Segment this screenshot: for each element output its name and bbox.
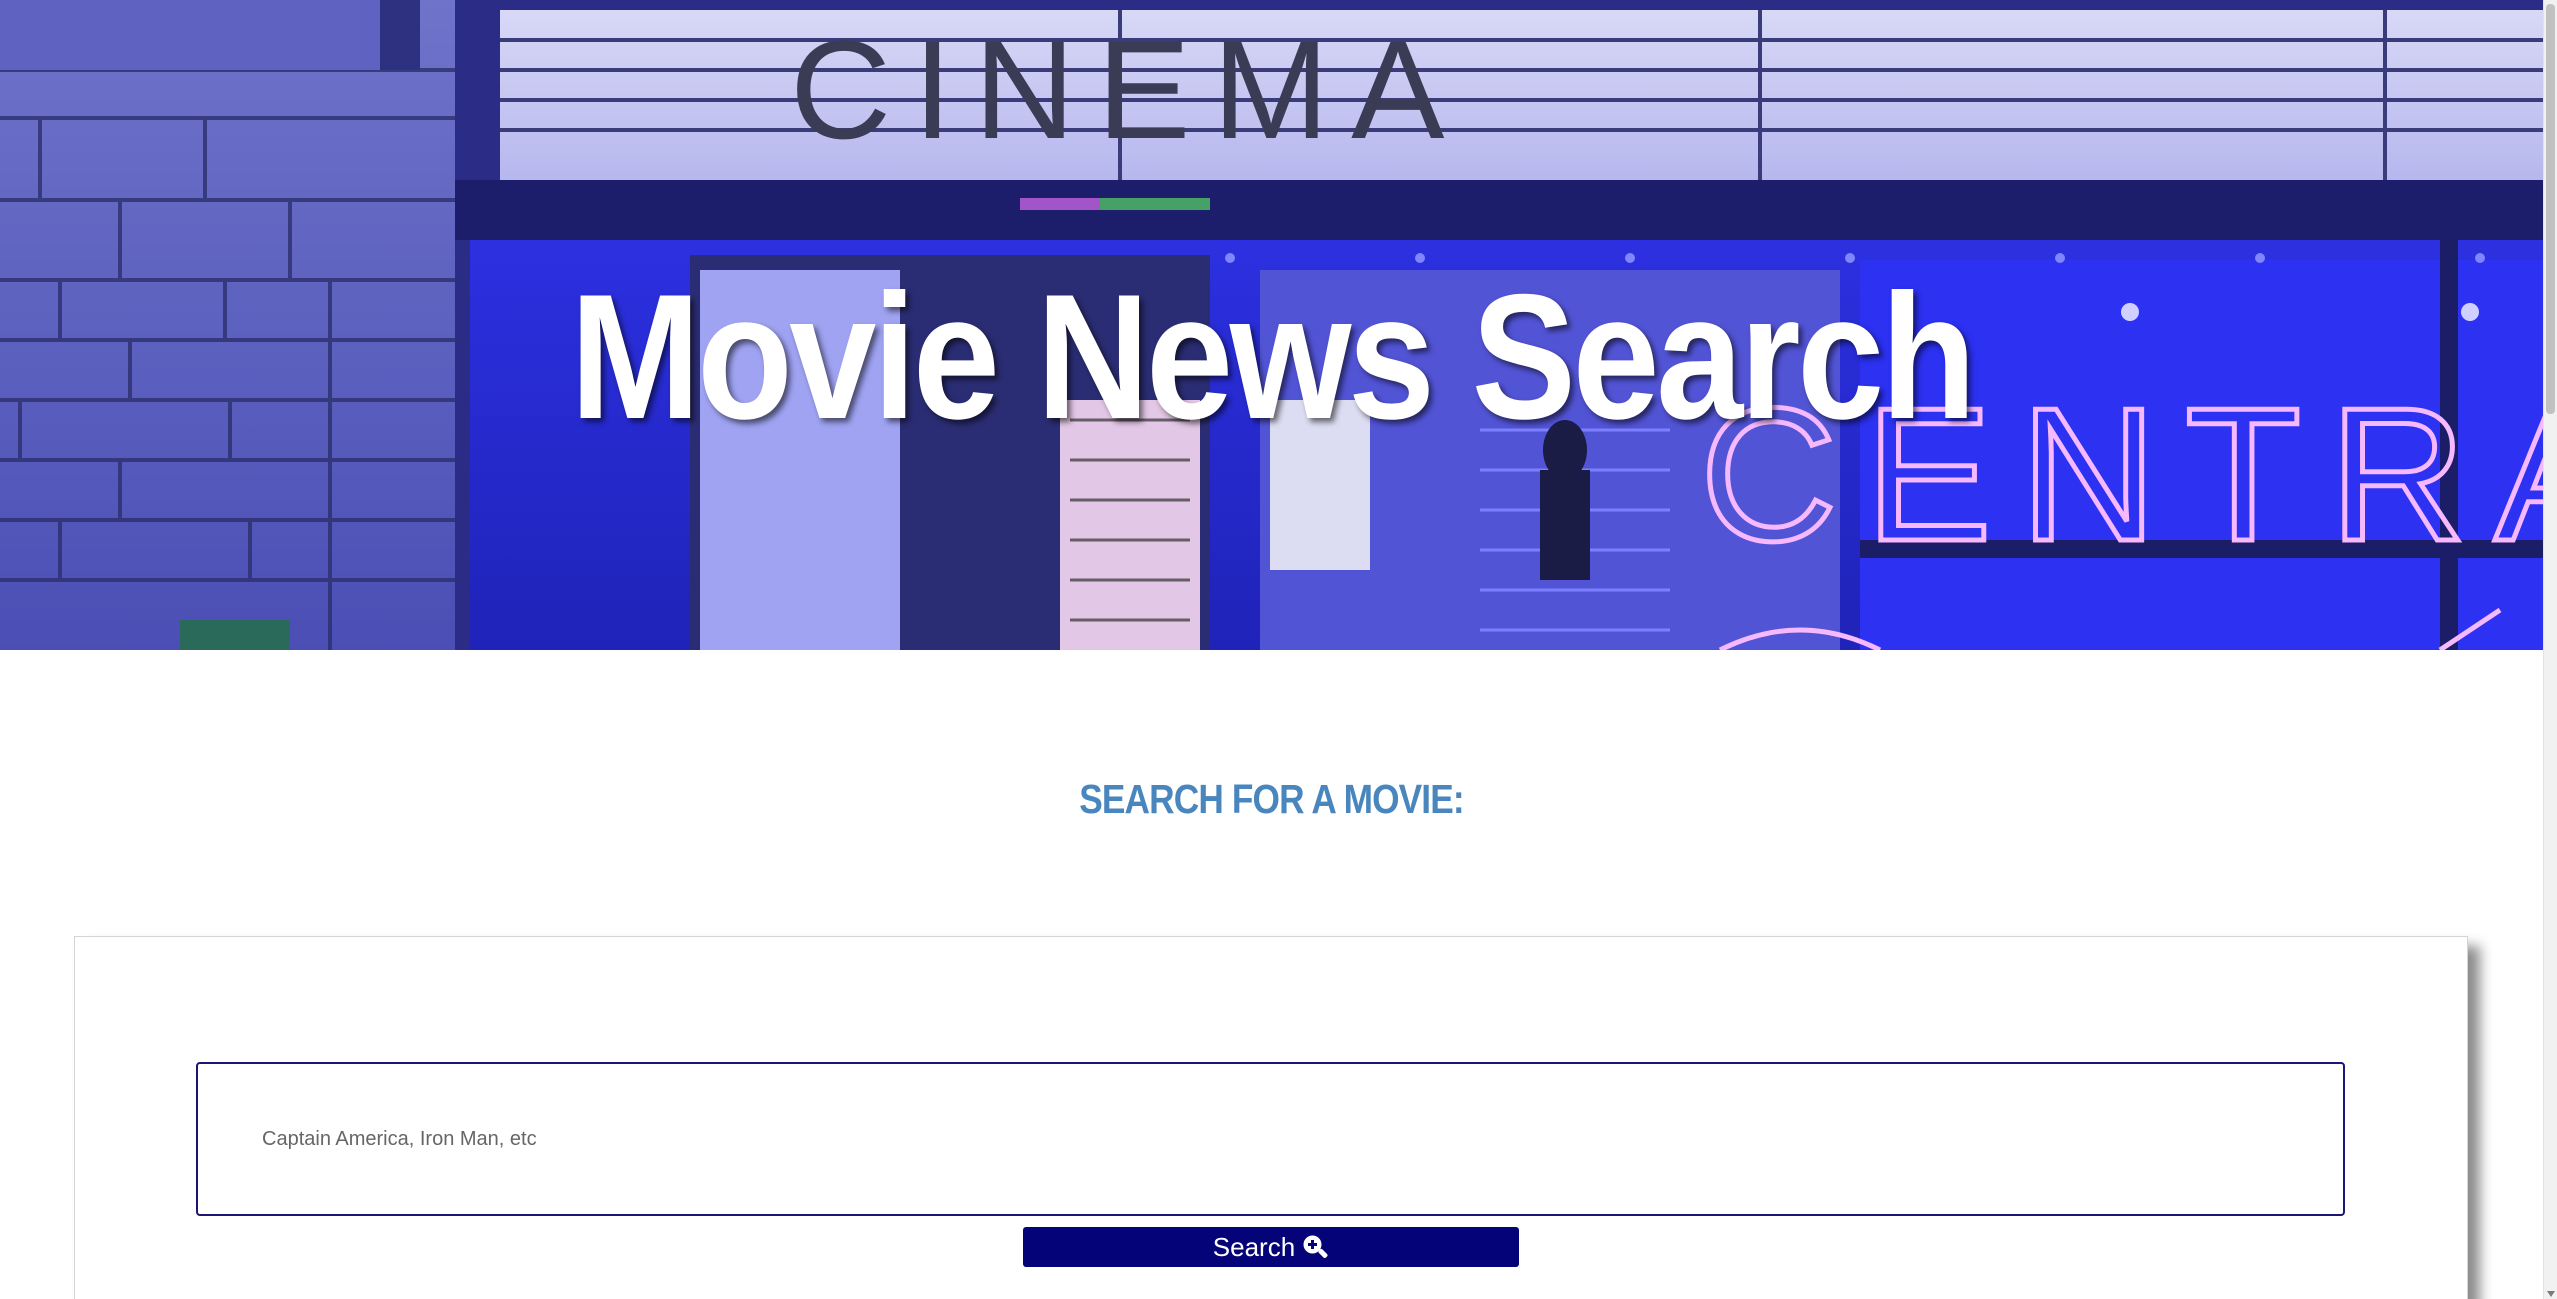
search-heading: SEARCH FOR A MOVIE: [1079, 776, 1464, 822]
page: CINEMA CENTR Movie News Search SEARCH FO… [0, 0, 2557, 1299]
search-button[interactable]: Search [1023, 1227, 1519, 1267]
scrollbar-thumb[interactable] [2546, 4, 2555, 414]
hero-banner: CINEMA CENTR Movie News Search [0, 0, 2543, 650]
scroll-down-arrow-icon[interactable] [2547, 1291, 2555, 1297]
page-scrollbar[interactable] [2543, 0, 2557, 1299]
cinema-sign-text: CINEMA [790, 11, 1466, 168]
page-title: Movie News Search [570, 257, 1976, 456]
search-zoom-in-icon [1301, 1233, 1329, 1261]
search-input[interactable] [196, 1062, 2345, 1216]
search-card: Search [74, 936, 2468, 1299]
search-button-label: Search [1212, 1231, 1296, 1262]
